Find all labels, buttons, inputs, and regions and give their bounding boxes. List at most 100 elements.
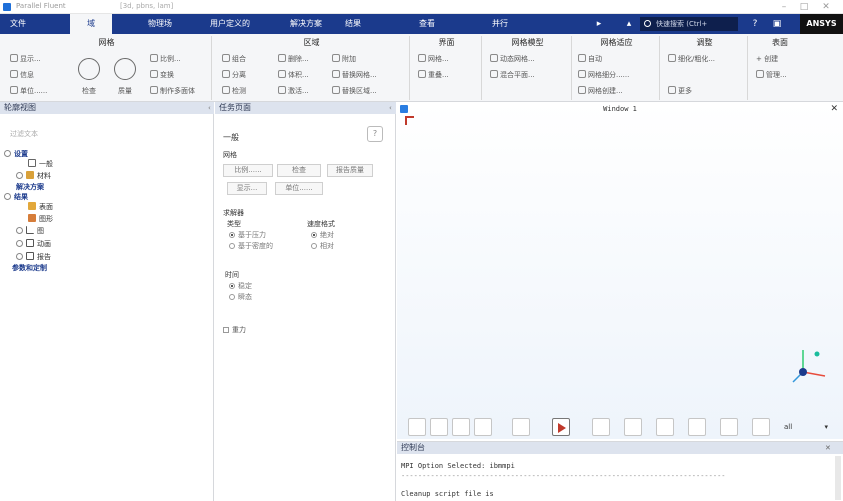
interface-mesh-button[interactable]: 网格...: [418, 54, 449, 64]
make-polyhedra-button[interactable]: 制作多面体: [150, 86, 195, 96]
zone-detect-button[interactable]: 检测: [222, 86, 246, 96]
tab-physics[interactable]: 物理场: [138, 14, 182, 34]
type-density-radio[interactable]: 基于密度的: [229, 241, 273, 251]
outline-filter-input[interactable]: 过滤文本: [10, 129, 38, 139]
zone-combine-button[interactable]: 组合: [222, 54, 246, 64]
expand-toggle-icon[interactable]: [16, 240, 23, 247]
close-window-button[interactable]: ✕: [818, 1, 834, 13]
more-tabs-icon[interactable]: ▸: [592, 17, 606, 31]
tab-file[interactable]: 文件: [0, 14, 36, 34]
tree-animations[interactable]: 动画: [16, 239, 51, 249]
minimize-button[interactable]: –: [776, 1, 792, 13]
tab-domain[interactable]: 域: [70, 14, 112, 34]
check-icon[interactable]: [78, 58, 100, 80]
gravity-checkbox[interactable]: 重力: [223, 325, 246, 335]
mesh-info-button[interactable]: 信息: [10, 70, 34, 80]
quality-icon[interactable]: [114, 58, 136, 80]
collapse-toggle-icon[interactable]: [4, 150, 11, 157]
maximize-button[interactable]: □: [796, 1, 812, 13]
zone-separate-button[interactable]: 分离: [222, 70, 246, 80]
tree-reports[interactable]: 报告: [16, 252, 51, 262]
close-console-icon[interactable]: ✕: [825, 444, 831, 452]
isometric-view-button[interactable]: [656, 418, 674, 436]
probe-tool-button[interactable]: [624, 418, 642, 436]
rotate-tool-button[interactable]: [408, 418, 426, 436]
arrow-up-icon[interactable]: ▴: [622, 17, 636, 31]
replace-zone-button[interactable]: 替换区域...: [332, 86, 377, 96]
collapse-left-icon[interactable]: ‹: [208, 104, 211, 112]
units-button[interactable]: 单位......: [275, 182, 323, 195]
velocity-absolute-radio[interactable]: 绝对: [311, 230, 334, 240]
expand-toggle-icon[interactable]: [16, 253, 23, 260]
expand-toggle-icon[interactable]: [16, 172, 23, 179]
zone-delete-button[interactable]: 删除...: [278, 54, 309, 64]
adapt-auto-button[interactable]: 自动: [578, 54, 602, 64]
mesh-scale-button[interactable]: 比例...: [150, 54, 181, 64]
help-icon[interactable]: ?: [748, 17, 762, 31]
plot-button[interactable]: [720, 418, 738, 436]
activate-icon: [278, 86, 286, 94]
mesh-units-button[interactable]: 单位......: [10, 86, 47, 96]
zoom-tool-button[interactable]: [452, 418, 470, 436]
tree-results[interactable]: 结果: [4, 192, 28, 202]
tree-surfaces[interactable]: 表面: [28, 202, 53, 212]
console-panel[interactable]: 控制台 ✕ MPI Option Selected: ibmmpi ------…: [397, 441, 843, 501]
tree-solution[interactable]: 解决方案: [16, 182, 44, 192]
menu-bar: 文件 域 物理场 用户定义的 解决方案 结果 查看 并行 ▸ ▴ 快速搜索 (C…: [0, 14, 843, 34]
tab-view[interactable]: 查看: [410, 14, 444, 34]
scale-button[interactable]: 比例......: [223, 164, 273, 177]
surface-manage-button[interactable]: 管理...: [756, 70, 787, 80]
help-button[interactable]: ?: [367, 126, 383, 142]
plot-icon: [26, 226, 34, 234]
mesh-display-button[interactable]: 显示...: [10, 54, 41, 64]
check-button[interactable]: 检查: [277, 164, 321, 177]
collapse-toggle-icon[interactable]: [4, 193, 11, 200]
quick-search-input[interactable]: 快速搜索 (Ctrl+: [640, 17, 738, 31]
close-icon[interactable]: ✕: [830, 104, 838, 114]
console-scrollbar[interactable]: [835, 456, 841, 500]
replace-mesh-button[interactable]: 替换网格...: [332, 70, 377, 80]
measure-tool-button[interactable]: [592, 418, 610, 436]
tab-results[interactable]: 结果: [336, 14, 370, 34]
layout-icon[interactable]: ▣: [770, 17, 784, 31]
tree-plots[interactable]: 图: [16, 226, 44, 236]
solver-label: 求解器: [223, 209, 244, 217]
export-image-button[interactable]: [752, 418, 770, 436]
zoom-box-button[interactable]: [474, 418, 492, 436]
interface-overset-button[interactable]: 重叠...: [418, 70, 449, 80]
time-steady-radio[interactable]: 稳定: [229, 281, 252, 291]
refine-button[interactable]: 网格细分......: [578, 70, 629, 80]
tab-parallel[interactable]: 并行: [482, 14, 518, 34]
tree-general[interactable]: 一般: [28, 159, 53, 169]
tab-solution[interactable]: 解决方案: [280, 14, 332, 34]
expand-toggle-icon[interactable]: [16, 227, 23, 234]
console-line: MPI Option Selected: ibmmpi: [401, 462, 515, 470]
zoom-to-fit-button[interactable]: [512, 418, 530, 436]
type-pressure-radio[interactable]: 基于压力: [229, 230, 266, 240]
collapse-task-icon[interactable]: ‹: [389, 104, 392, 112]
tree-parameters[interactable]: 参数和定制: [12, 263, 47, 273]
mesh-transform-button[interactable]: 变换: [150, 70, 174, 80]
zone-volume-button[interactable]: 体积...: [278, 70, 309, 80]
refine-coarsen-button[interactable]: 细化/粗化...: [668, 54, 715, 64]
graphics-window[interactable]: Window 1 ✕: [397, 102, 843, 439]
tab-user-defined[interactable]: 用户定义的: [200, 14, 260, 34]
surface-create-button[interactable]: + 创建: [756, 54, 778, 64]
select-tool-button[interactable]: [552, 418, 570, 436]
zone-append-button[interactable]: 附加: [332, 54, 356, 64]
display-button[interactable]: 显示...: [227, 182, 267, 195]
mixing-plane-button[interactable]: 混合平面...: [490, 70, 535, 80]
tree-setup[interactable]: 设置: [4, 149, 28, 159]
pan-tool-button[interactable]: [430, 418, 448, 436]
time-transient-radio[interactable]: 瞬态: [229, 292, 252, 302]
more-button[interactable]: 更多: [668, 86, 692, 96]
dynamic-mesh-button[interactable]: 动态网格...: [490, 54, 535, 64]
tree-graphics[interactable]: 图形: [28, 214, 53, 224]
report-quality-button[interactable]: 报告质量: [327, 164, 373, 177]
tree-materials[interactable]: 材料: [16, 171, 51, 181]
zone-activate-button[interactable]: 激活...: [278, 86, 309, 96]
view-select[interactable]: all ▾: [784, 420, 828, 434]
adapt-create-button[interactable]: 网格创建...: [578, 86, 623, 96]
layers-button[interactable]: [688, 418, 706, 436]
velocity-relative-radio[interactable]: 相对: [311, 241, 334, 251]
